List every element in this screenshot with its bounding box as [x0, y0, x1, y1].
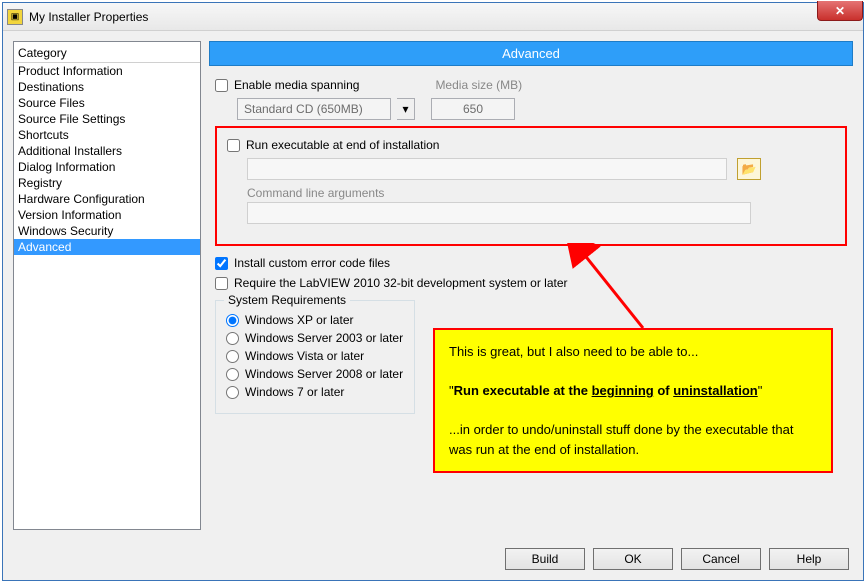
- category-sidebar: Category Product Information Destination…: [13, 41, 201, 530]
- annotation-line3: ...in order to undo/uninstall stuff done…: [449, 420, 817, 459]
- sidebar-item-registry[interactable]: Registry: [14, 175, 200, 191]
- sidebar-item-shortcuts[interactable]: Shortcuts: [14, 127, 200, 143]
- sysreq-label-xp: Windows XP or later: [245, 313, 354, 327]
- app-icon: ▣: [7, 9, 23, 25]
- media-size-combo-value: Standard CD (650MB): [244, 102, 363, 116]
- system-requirements-legend: System Requirements: [224, 293, 350, 307]
- build-button[interactable]: Build: [505, 548, 585, 570]
- system-requirements-fieldset: System Requirements Windows XP or later …: [215, 300, 415, 414]
- close-button[interactable]: ✕: [817, 1, 863, 21]
- close-icon: ✕: [835, 4, 845, 18]
- sidebar-item-version-information[interactable]: Version Information: [14, 207, 200, 223]
- sysreq-label-server2008: Windows Server 2008 or later: [245, 367, 403, 381]
- command-line-args-input[interactable]: [247, 202, 751, 224]
- executable-path-input[interactable]: [247, 158, 727, 180]
- media-size-input[interactable]: [431, 98, 515, 120]
- ok-button[interactable]: OK: [593, 548, 673, 570]
- browse-executable-button[interactable]: 📂: [737, 158, 761, 180]
- install-error-codes-checkbox[interactable]: [215, 257, 228, 270]
- sidebar-item-windows-security[interactable]: Windows Security: [14, 223, 200, 239]
- media-size-combo-button[interactable]: ▾: [397, 98, 415, 120]
- annotation-quote-c: of: [654, 383, 674, 398]
- run-executable-label: Run executable at end of installation: [246, 138, 439, 152]
- sidebar-item-dialog-information[interactable]: Dialog Information: [14, 159, 200, 175]
- run-executable-checkbox[interactable]: [227, 139, 240, 152]
- folder-open-icon: 📂: [742, 162, 757, 176]
- sidebar-item-hardware-configuration[interactable]: Hardware Configuration: [14, 191, 200, 207]
- annotation-quote-a: Run executable at the: [454, 383, 592, 398]
- cancel-button[interactable]: Cancel: [681, 548, 761, 570]
- sidebar-item-destinations[interactable]: Destinations: [14, 79, 200, 95]
- annotation-quote-b: beginning: [592, 383, 654, 398]
- sysreq-radio-vista[interactable]: [226, 350, 239, 363]
- titlebar: ▣ My Installer Properties ✕: [3, 3, 863, 31]
- sidebar-item-product-information[interactable]: Product Information: [14, 63, 200, 79]
- annotation-quote-close: ": [758, 383, 763, 398]
- sysreq-label-server2003: Windows Server 2003 or later: [245, 331, 403, 345]
- enable-media-spanning-checkbox[interactable]: [215, 79, 228, 92]
- sysreq-radio-xp[interactable]: [226, 314, 239, 327]
- sidebar-item-advanced[interactable]: Advanced: [14, 239, 200, 255]
- require-labview-label: Require the LabVIEW 2010 32-bit developm…: [234, 276, 568, 290]
- media-size-combo[interactable]: Standard CD (650MB): [237, 98, 391, 120]
- sidebar-item-source-files[interactable]: Source Files: [14, 95, 200, 111]
- sysreq-radio-server2003[interactable]: [226, 332, 239, 345]
- media-size-label: Media size (MB): [435, 78, 522, 92]
- enable-media-spanning-label: Enable media spanning: [234, 78, 359, 92]
- sidebar-item-source-file-settings[interactable]: Source File Settings: [14, 111, 200, 127]
- sysreq-label-win7: Windows 7 or later: [245, 385, 344, 399]
- annotation-line1: This is great, but I also need to be abl…: [449, 342, 817, 362]
- sysreq-radio-server2008[interactable]: [226, 368, 239, 381]
- sidebar-item-additional-installers[interactable]: Additional Installers: [14, 143, 200, 159]
- annotation-quote-d: uninstallation: [673, 383, 758, 398]
- command-line-args-label: Command line arguments: [247, 186, 835, 200]
- run-executable-highlight-box: Run executable at end of installation 📂 …: [215, 126, 847, 246]
- require-labview-checkbox[interactable]: [215, 277, 228, 290]
- sidebar-header: Category: [14, 44, 200, 63]
- panel-header: Advanced: [209, 41, 853, 66]
- annotation-callout: This is great, but I also need to be abl…: [433, 328, 833, 473]
- chevron-down-icon: ▾: [402, 102, 408, 116]
- sysreq-label-vista: Windows Vista or later: [245, 349, 364, 363]
- annotation-quote: " Run executable at the beginning of unin…: [449, 381, 817, 401]
- install-error-codes-label: Install custom error code files: [234, 256, 390, 270]
- dialog-window: ▣ My Installer Properties ✕ Category Pro…: [2, 2, 864, 581]
- dialog-buttons: Build OK Cancel Help: [505, 548, 849, 570]
- sysreq-radio-win7[interactable]: [226, 386, 239, 399]
- window-title: My Installer Properties: [29, 10, 148, 24]
- help-button[interactable]: Help: [769, 548, 849, 570]
